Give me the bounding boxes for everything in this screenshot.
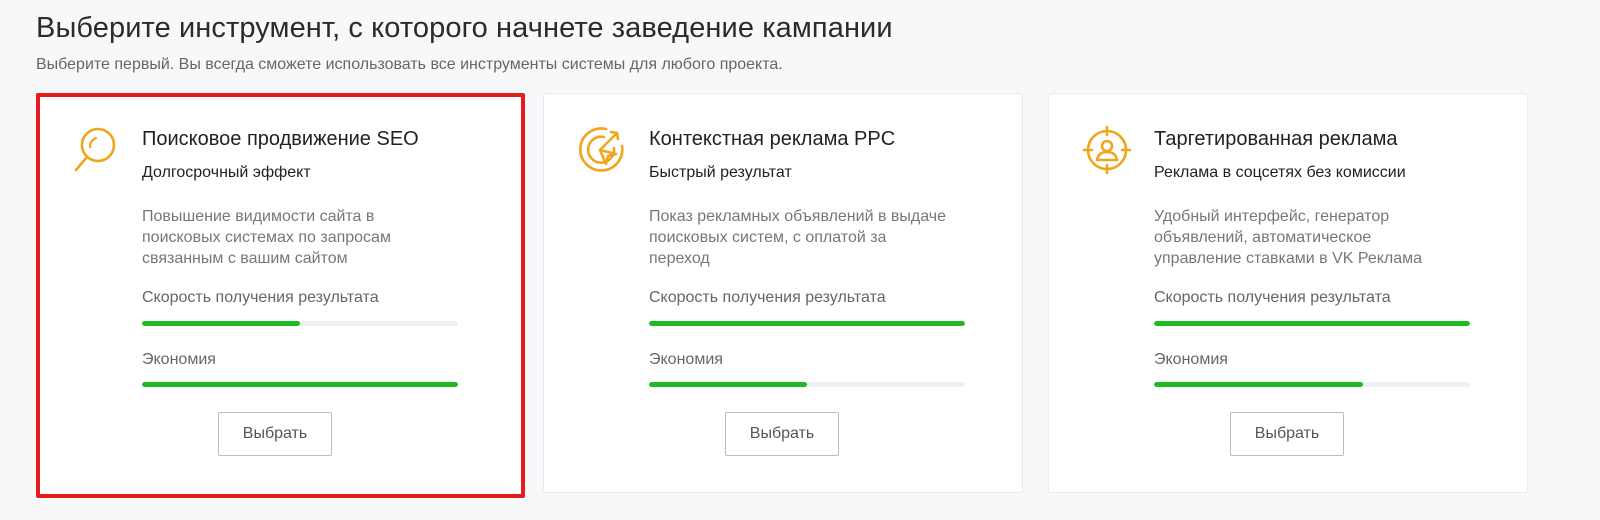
crosshair-user-icon xyxy=(1081,124,1133,176)
card-title: Поисковое продвижение SEO xyxy=(142,128,419,150)
card-seo[interactable]: Поисковое продвижение SEO Долгосрочный э… xyxy=(36,93,525,498)
card-targeted[interactable]: Таргетированная реклама Реклама в соцсет… xyxy=(1048,93,1528,493)
card-tagline: Реклама в соцсетях без комиссии xyxy=(1154,164,1406,181)
economy-label: Экономия xyxy=(649,351,723,368)
economy-bar-fill xyxy=(649,382,807,387)
card-description: Удобный интерфейс, генератор объявлений,… xyxy=(1154,208,1423,267)
speed-label: Скорость получения результата xyxy=(649,289,886,306)
card-description: Показ рекламных объявлений в выдаче поис… xyxy=(649,208,947,267)
card-description: Повышение видимости сайта в поисковых си… xyxy=(142,208,391,267)
choose-button[interactable]: Выбрать xyxy=(218,412,332,456)
choose-button[interactable]: Выбрать xyxy=(725,412,839,456)
speed-label: Скорость получения результата xyxy=(1154,289,1391,306)
speed-bar-fill xyxy=(649,321,965,326)
economy-label: Экономия xyxy=(142,351,216,368)
speed-bar xyxy=(142,321,458,326)
page-subtitle: Выберите первый. Вы всегда сможете испол… xyxy=(36,56,783,73)
economy-label: Экономия xyxy=(1154,351,1228,368)
speed-label: Скорость получения результата xyxy=(142,289,379,306)
speed-bar-fill xyxy=(1154,321,1470,326)
card-title: Таргетированная реклама xyxy=(1154,128,1398,150)
economy-bar xyxy=(142,382,458,387)
card-title: Контекстная реклама PPC xyxy=(649,128,896,150)
economy-bar xyxy=(1154,382,1470,387)
page-title: Выберите инструмент, с которого начнете … xyxy=(36,12,893,44)
speed-bar-fill xyxy=(142,321,300,326)
economy-bar-fill xyxy=(1154,382,1363,387)
magnifier-icon xyxy=(69,124,121,176)
economy-bar xyxy=(649,382,965,387)
economy-bar-fill xyxy=(142,382,458,387)
speed-bar xyxy=(1154,321,1470,326)
card-ppc[interactable]: Контекстная реклама PPC Быстрый результа… xyxy=(543,93,1023,493)
target-click-icon xyxy=(576,124,628,176)
card-tagline: Долгосрочный эффект xyxy=(142,164,311,181)
choose-button[interactable]: Выбрать xyxy=(1230,412,1344,456)
speed-bar xyxy=(649,321,965,326)
card-tagline: Быстрый результат xyxy=(649,164,792,181)
